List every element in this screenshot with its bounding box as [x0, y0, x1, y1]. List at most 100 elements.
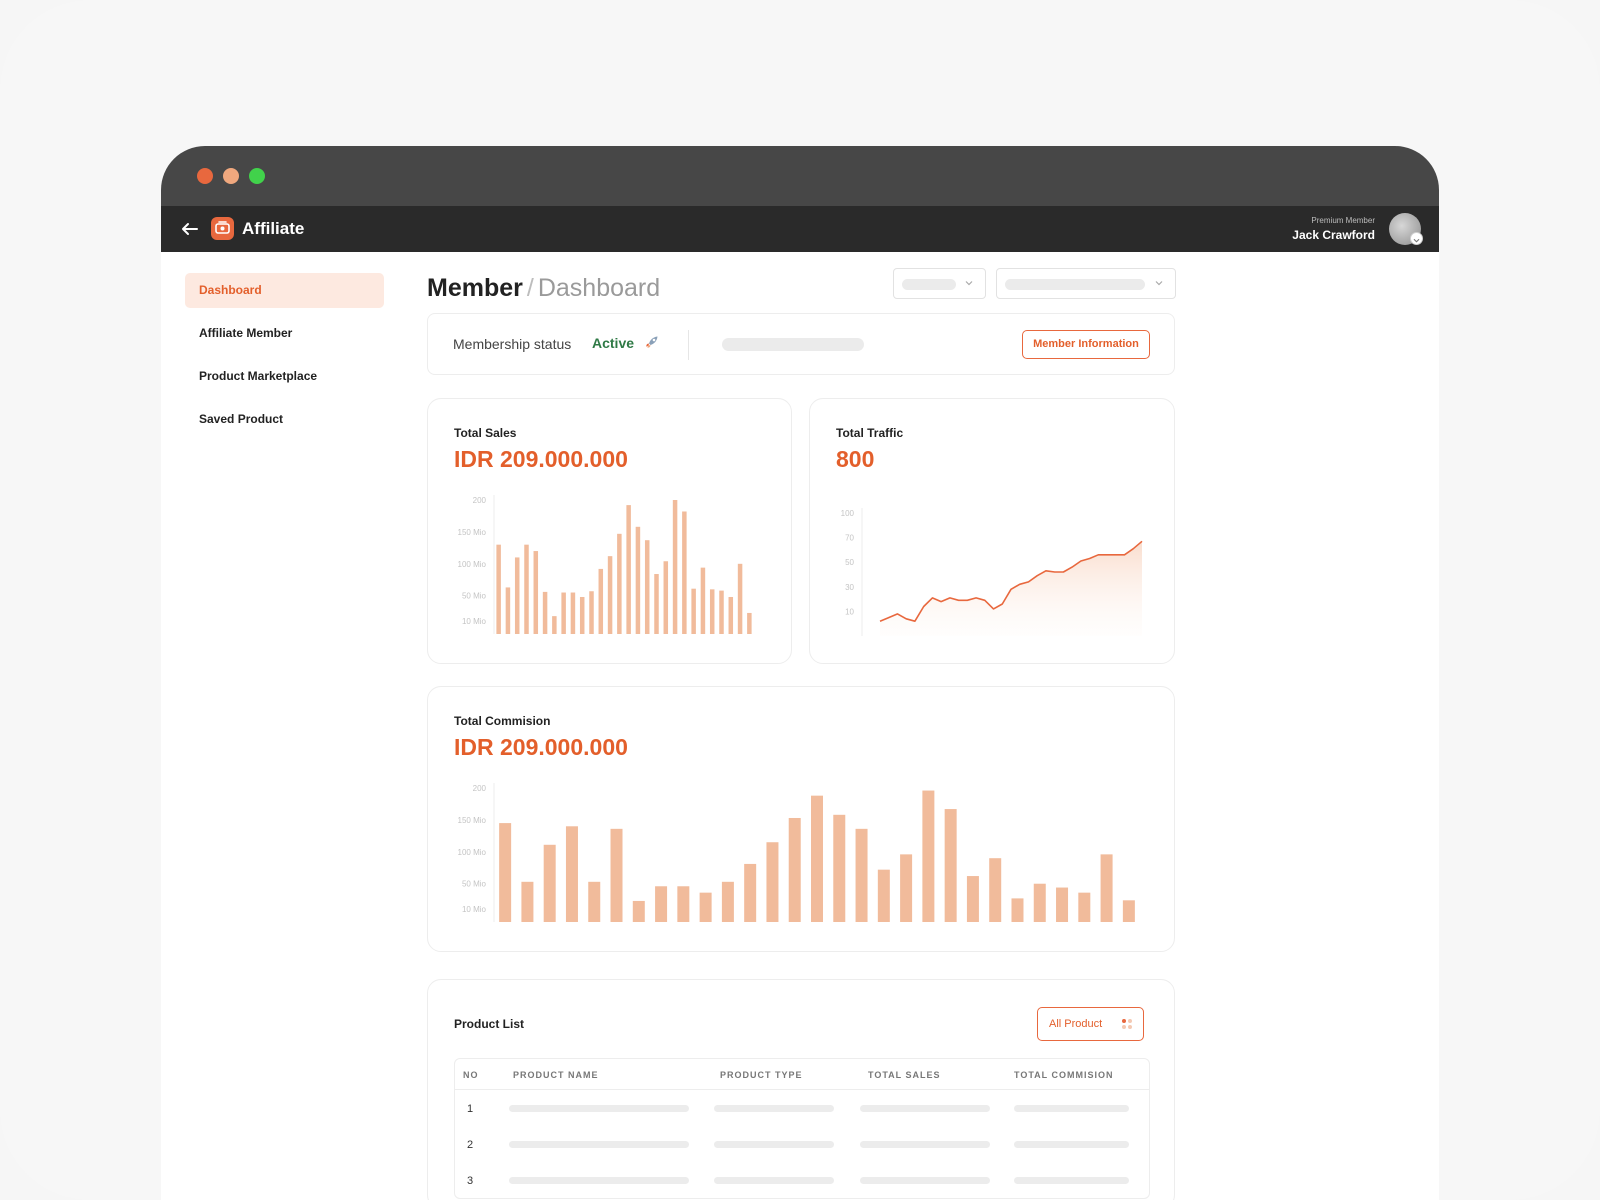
all-product-label: All Product: [1049, 1018, 1103, 1030]
chart-bar: [1011, 898, 1024, 922]
y-tick-label: 100 Mio: [458, 560, 487, 569]
chart-bar: [632, 900, 645, 922]
chart-bar: [944, 809, 957, 922]
y-tick-label: 50: [845, 558, 854, 567]
y-tick-label: 100: [841, 509, 855, 518]
chart-bar: [626, 505, 631, 634]
close-window-dot[interactable]: [197, 168, 213, 184]
cell-placeholder: [1014, 1105, 1129, 1112]
user-info[interactable]: Premium Member Jack Crawford: [1292, 216, 1375, 242]
cell-placeholder: [860, 1177, 990, 1184]
total-commission-chart: 200 150 Mio 100 Mio 50 Mio 10 Mio: [458, 783, 1135, 922]
chart-bar: [833, 814, 846, 922]
user-tier: Premium Member: [1311, 216, 1375, 225]
column-total-sales[interactable]: TOTAL SALES: [868, 1070, 941, 1080]
breadcrumb-separator: /: [526, 274, 534, 302]
member-information-button[interactable]: Member Information: [1022, 330, 1150, 359]
grid-icon: [1122, 1019, 1132, 1029]
sidebar-item-product-marketplace[interactable]: Product Marketplace: [185, 359, 384, 394]
cell-placeholder: [1014, 1177, 1129, 1184]
chart-bar: [499, 823, 512, 922]
app-bar: Affiliate Premium Member Jack Crawford: [161, 206, 1439, 252]
cell-placeholder: [509, 1141, 689, 1148]
y-tick-label: 10: [845, 607, 854, 616]
sidebar-item-affiliate-member[interactable]: Affiliate Member: [185, 316, 384, 351]
chart-bar: [598, 568, 604, 634]
rocket-icon: [646, 336, 658, 348]
divider: [688, 330, 689, 360]
y-tick-label: 70: [845, 534, 854, 543]
chart-bar: [744, 863, 757, 922]
chart-bar: [514, 557, 520, 634]
cell-placeholder: [509, 1105, 689, 1112]
chart-bar: [737, 563, 743, 634]
chart-bar: [728, 596, 734, 634]
chart-bar: [588, 881, 601, 922]
chart-bar: [811, 795, 823, 922]
product-list-title: Product List: [454, 1017, 525, 1031]
column-product-name[interactable]: PRODUCT NAME: [513, 1070, 599, 1080]
membership-status-label: Membership status: [453, 336, 572, 352]
chart-bar: [644, 540, 650, 634]
chart-bar: [524, 544, 529, 634]
total-sales-card: Total Sales IDR 209.000.000 200 150 Mio 10…: [427, 398, 792, 664]
chart-bar: [677, 886, 690, 922]
chart-bar: [709, 589, 715, 634]
filter-select-1[interactable]: [893, 268, 986, 299]
all-product-button[interactable]: All Product: [1037, 1007, 1144, 1041]
chart-bar: [561, 592, 566, 634]
total-traffic-card: Total Traffic 800 100 70 50 30 10: [809, 398, 1175, 664]
cell-placeholder: [860, 1141, 990, 1148]
table-row[interactable]: 2: [455, 1126, 1149, 1162]
cell-placeholder: [714, 1105, 834, 1112]
chevron-down-icon[interactable]: [1410, 232, 1423, 245]
chart-bar: [579, 596, 585, 634]
chart-bar: [552, 616, 557, 634]
table-row[interactable]: 3: [455, 1162, 1149, 1198]
chevron-down-icon: [965, 281, 973, 286]
chart-bar: [543, 844, 556, 922]
sidebar-item-dashboard[interactable]: Dashboard: [185, 273, 384, 308]
app-title: Affiliate: [242, 219, 305, 238]
product-table: NO PRODUCT NAME PRODUCT TYPE TOTAL SALES…: [454, 1058, 1150, 1199]
back-arrow-icon[interactable]: [179, 218, 201, 240]
membership-status-value: Active: [592, 335, 635, 351]
chart-bar: [672, 500, 678, 634]
y-tick-label: 10 Mio: [462, 617, 487, 626]
row-number: 1: [467, 1103, 474, 1115]
chart-bar: [691, 588, 696, 634]
chart-bar: [542, 591, 548, 634]
minimize-window-dot[interactable]: [223, 168, 239, 184]
column-product-type[interactable]: PRODUCT TYPE: [720, 1070, 803, 1080]
total-sales-chart: 200 150 Mio 100 Mio 50 Mio 10 Mio: [458, 495, 752, 634]
y-tick-label: 50 Mio: [462, 880, 487, 889]
browser-window: Affiliate Premium Member Jack Crawford D…: [161, 146, 1439, 1200]
chart-bar: [922, 790, 935, 922]
membership-status-card: Membership status Active Member Informat…: [427, 313, 1175, 375]
chart-bar: [900, 854, 913, 922]
chart-bar: [855, 828, 868, 922]
y-tick-label: 150 Mio: [458, 528, 487, 537]
row-number: 3: [467, 1175, 474, 1187]
product-list-card: Product List All Product NO PRODUCT NAME…: [427, 979, 1175, 1200]
cell-placeholder: [1014, 1141, 1129, 1148]
column-total-commission[interactable]: TOTAL COMMISION: [1014, 1070, 1114, 1080]
chart-bar: [607, 556, 613, 634]
maximize-window-dot[interactable]: [249, 168, 265, 184]
filter-select-2[interactable]: [996, 268, 1176, 299]
cell-placeholder: [714, 1141, 834, 1148]
breadcrumb-current[interactable]: Dashboard: [538, 274, 660, 302]
page-header: Member / Dashboard: [427, 268, 1176, 313]
chart-bar: [700, 567, 706, 634]
user-name: Jack Crawford: [1292, 228, 1375, 242]
sidebar-item-saved-product[interactable]: Saved Product: [185, 402, 384, 437]
total-commission-card: Total Commision IDR 209.000.000 200 150 M…: [427, 686, 1175, 952]
table-row[interactable]: 1: [455, 1090, 1149, 1126]
row-number: 2: [467, 1139, 474, 1151]
chart-bar: [635, 526, 641, 634]
chart-bar: [533, 551, 539, 634]
select-placeholder: [1005, 279, 1145, 290]
y-tick-label: 200: [473, 784, 487, 793]
y-tick-label: 30: [845, 583, 854, 592]
column-no[interactable]: NO: [463, 1070, 479, 1080]
